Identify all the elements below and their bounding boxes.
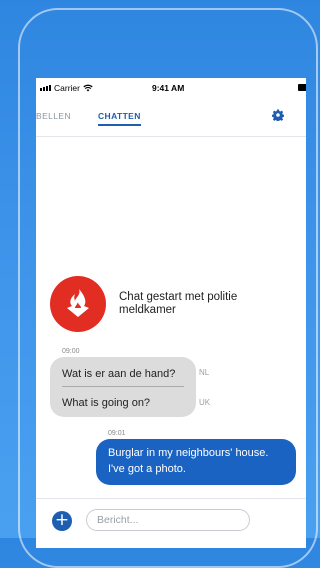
translation-language-label: UK bbox=[199, 398, 211, 407]
police-logo bbox=[50, 276, 106, 332]
translated-message-text: What is going on? bbox=[62, 397, 151, 409]
battery-icon bbox=[298, 84, 306, 91]
message-time: 09:01 bbox=[108, 430, 126, 437]
original-language-label: NL bbox=[199, 368, 210, 377]
wifi-icon bbox=[83, 84, 93, 92]
tab-bar: BELLEN CHATTEN bbox=[36, 104, 306, 137]
gear-icon[interactable] bbox=[272, 109, 284, 121]
plus-icon[interactable]: + bbox=[52, 511, 72, 531]
tab-chatten[interactable]: CHATTEN bbox=[98, 111, 141, 126]
original-message-text: Wat is er aan de hand? bbox=[62, 368, 176, 380]
police-flame-icon bbox=[67, 289, 89, 317]
incoming-message-bubble: Wat is er aan de hand? What is going on? bbox=[50, 357, 196, 417]
carrier-label: Carrier bbox=[54, 83, 80, 93]
message-composer: + Bericht... bbox=[36, 498, 306, 548]
outgoing-message-bubble: Burglar in my neighbours' house. I've go… bbox=[96, 439, 296, 485]
message-input[interactable]: Bericht... bbox=[86, 509, 250, 531]
tab-bellen[interactable]: BELLEN bbox=[36, 111, 71, 121]
status-bar: Carrier 9:41 AM bbox=[36, 78, 306, 98]
phone-screen: Carrier 9:41 AM BELLEN CHATTEN Chat gest… bbox=[36, 78, 306, 548]
message-time: 09:00 bbox=[62, 348, 80, 355]
status-time: 9:41 AM bbox=[152, 83, 185, 93]
status-left: Carrier bbox=[40, 83, 93, 93]
chat-started-text: Chat gestart met politie meldkamer bbox=[119, 291, 238, 316]
signal-icon bbox=[40, 85, 51, 91]
translation-divider bbox=[62, 386, 184, 387]
